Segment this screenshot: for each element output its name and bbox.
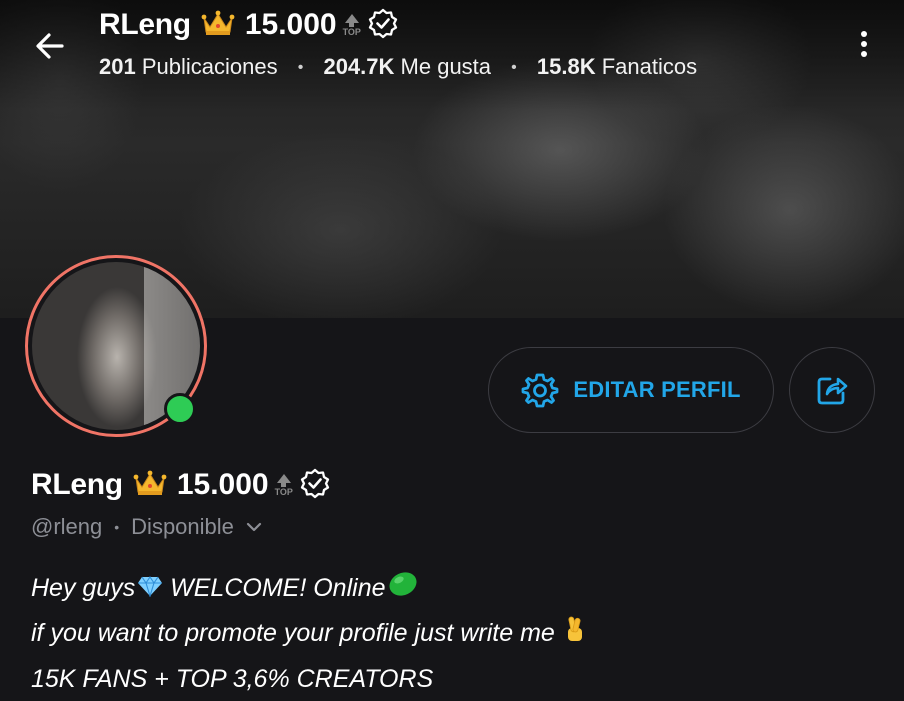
edit-profile-label: EDITAR PERFIL <box>573 377 741 402</box>
stat-fans-label: Fanaticos <box>601 54 698 79</box>
chevron-down-icon <box>246 522 262 532</box>
header-count: 15.000 <box>244 8 337 41</box>
top-arrow-icon: TOP <box>342 13 361 37</box>
verified-icon <box>299 467 331 504</box>
diamond-icon <box>137 567 163 611</box>
profile-title: RLeng 15.000 TOP <box>31 464 331 506</box>
stat-posts-value: 201 <box>99 54 136 79</box>
profile-name: RLeng <box>31 468 123 501</box>
verified-icon <box>367 7 399 44</box>
stat-likes-value: 204.7K <box>323 54 395 79</box>
bio-line-2-text: if you want to promote your profile just… <box>31 619 562 648</box>
share-button[interactable] <box>789 347 875 433</box>
bio-line-1-text-a: Hey guys <box>31 574 136 602</box>
availability-dropdown[interactable]: Disponible <box>131 514 264 540</box>
green-heart-icon <box>388 567 418 611</box>
back-arrow-icon <box>36 33 64 59</box>
handle-separator: • <box>114 519 120 535</box>
header-stats: 201 Publicaciones • 204.7K Me gusta • 15… <box>99 54 697 80</box>
more-vertical-icon <box>852 31 876 57</box>
online-status-dot <box>164 393 196 425</box>
crown-icon <box>133 469 167 502</box>
stat-separator: • <box>297 59 304 77</box>
bio-line-2: if you want to promote your profile just… <box>31 611 586 656</box>
top-badge-label: TOP <box>274 486 293 497</box>
availability-status: Disponible <box>131 514 234 539</box>
stat-fans-value: 15.8K <box>536 54 596 79</box>
back-button[interactable] <box>30 26 70 66</box>
bio-line-3: 15K FANS + TOP 3,6% CREATORS <box>31 664 434 693</box>
bio-line-1-text-b: WELCOME! Online <box>163 574 386 602</box>
profile-count: 15.000 <box>176 468 269 501</box>
edit-profile-button[interactable]: EDITAR PERFIL <box>488 347 774 433</box>
header-name: RLeng <box>99 8 191 41</box>
top-arrow-icon: TOP <box>274 473 293 497</box>
stat-likes-label: Me gusta <box>400 54 492 79</box>
profile-handle: @rleng <box>31 514 103 539</box>
stat-posts-label: Publicaciones <box>141 54 278 79</box>
crossed-fingers-icon <box>564 613 586 657</box>
stat-separator: • <box>511 59 517 77</box>
gear-icon <box>521 373 559 408</box>
more-options-button[interactable] <box>852 28 876 62</box>
share-icon <box>817 377 848 405</box>
bio-line-1: Hey guys WELCOME! Online <box>31 566 586 611</box>
profile-bio: Hey guys WELCOME! Online if you want to … <box>31 566 586 701</box>
crown-icon <box>201 9 235 42</box>
top-badge-label: TOP <box>342 26 361 37</box>
header-title: RLeng 15.000 TOP <box>99 6 399 44</box>
handle-row: @rleng • Disponible <box>31 514 264 540</box>
